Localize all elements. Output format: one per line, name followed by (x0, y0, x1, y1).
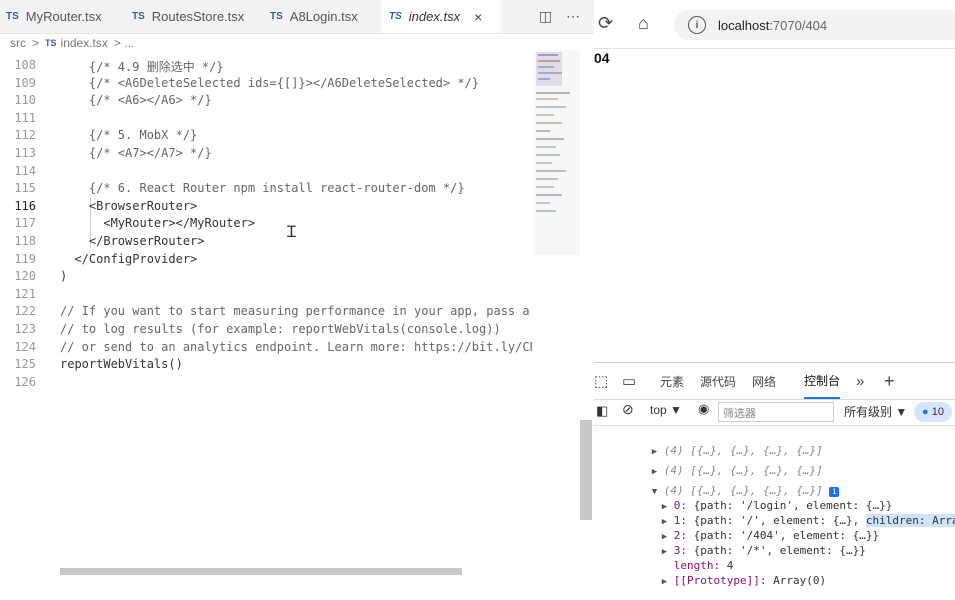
context-select[interactable]: top ▼ (650, 403, 682, 417)
code-line: // or send to an analytics endpoint. Lea… (60, 339, 532, 354)
eye-icon[interactable]: ◉ (698, 401, 709, 417)
vertical-scrollbar[interactable] (580, 420, 592, 520)
add-tab-icon[interactable]: + (884, 363, 895, 399)
devtools-panel: ⬚ ▭ 元素 源代码 网络 控制台 » + ◧ ⊘ top ▼ ◉ 筛选器 所有… (594, 362, 955, 587)
horizontal-scrollbar[interactable] (60, 568, 462, 575)
more-tabs-icon[interactable]: » (856, 363, 864, 399)
line-number: 111 (14, 110, 36, 125)
page-content-text: 04 (594, 50, 610, 66)
typescript-icon: TS (6, 11, 19, 22)
issues-badge[interactable]: ● 10 (914, 402, 952, 422)
message-icon: ● (922, 406, 929, 418)
tab-label: MyRouter.tsx (25, 9, 102, 24)
devtools-tab-bar: ⬚ ▭ 元素 源代码 网络 控制台 » + (594, 363, 955, 400)
code-line: <MyRouter></MyRouter> (60, 216, 256, 231)
split-editor-icon[interactable]: ◫ (539, 8, 552, 25)
line-number: 124 (14, 339, 36, 354)
code-line: {/* <A6DeleteSelected ids={[]}></A6Delet… (60, 75, 480, 90)
minimap-lines (536, 52, 570, 212)
code-line: </BrowserRouter> (60, 234, 205, 248)
dropdown-arrow-icon: ▼ (895, 405, 908, 419)
line-number: 120 (14, 269, 36, 284)
code-line: </ConfigProvider> (60, 251, 198, 266)
line-number: 108 (14, 58, 36, 72)
text-cursor-icon: Ɪ (287, 224, 296, 241)
tab-myrouter[interactable]: TS MyRouter.tsx (6, 0, 126, 33)
code-line: // If you want to start measuring perfor… (60, 304, 532, 319)
editor-actions: ◫ ⋯ (539, 0, 580, 33)
console-toolbar: ◧ ⊘ top ▼ ◉ 筛选器 所有级别 ▼ ● 10 (594, 399, 955, 426)
code-line: {/* 6. React Router npm install react-ro… (60, 181, 465, 196)
line-number: 126 (14, 374, 36, 389)
home-icon[interactable]: ⌂ (638, 13, 649, 34)
address-bar[interactable]: i localhost:7070/404 (674, 10, 955, 40)
line-number: 114 (14, 163, 36, 178)
line-number: 113 (14, 146, 36, 160)
line-number: 117 (14, 216, 36, 231)
line-number: 119 (14, 251, 36, 266)
tab-index[interactable]: TS index.tsx × (381, 0, 501, 33)
browser-navbar: ⟳ ⌂ i localhost:7070/404 (594, 0, 955, 49)
code-line: ) (60, 269, 68, 284)
tab-label: index.tsx (408, 9, 461, 24)
tab-label: RoutesStore.tsx (151, 9, 245, 24)
inspect-icon[interactable]: ⬚ (594, 363, 608, 399)
code-line: // to log results (for example: reportWe… (60, 322, 501, 336)
line-number: 123 (14, 322, 36, 336)
typescript-icon: TS (270, 11, 283, 22)
tab-routesstore[interactable]: TS RoutesStore.tsx (132, 0, 262, 33)
log-levels-select[interactable]: 所有级别 ▼ (844, 403, 907, 420)
chevron-right-icon: > (32, 36, 40, 50)
device-toggle-icon[interactable]: ▭ (622, 363, 636, 399)
typescript-icon: TS (45, 38, 57, 48)
typescript-icon: TS (132, 11, 145, 22)
clear-console-icon[interactable]: ⊘ (622, 401, 634, 418)
code-line: <BrowserRouter> (60, 198, 198, 213)
code-area[interactable]: 108 {/* 4.9 删除选中 */} 109 {/* <A6DeleteSe… (0, 56, 532, 556)
url-host: localhost (718, 17, 770, 33)
tab-a8login[interactable]: TS A8Login.tsx (270, 0, 375, 33)
console-array-prototype[interactable]: ▶ [[Prototype]]: Array(0) (622, 561, 826, 600)
code-line: {/* <A6></A6> */} (60, 93, 212, 108)
typescript-icon: TS (389, 11, 402, 22)
line-number: 116 (14, 198, 36, 213)
tab-label: A8Login.tsx (289, 9, 358, 24)
line-number: 112 (14, 128, 36, 143)
breadcrumb-folder[interactable]: src (10, 36, 26, 50)
line-number: 109 (14, 75, 36, 90)
tab-sources[interactable]: 源代码 (700, 363, 736, 399)
more-actions-icon[interactable]: ⋯ (566, 8, 580, 25)
code-editor[interactable]: TS MyRouter.tsx TS RoutesStore.tsx TS A8… (0, 0, 595, 575)
editor-tab-bar: TS MyRouter.tsx TS RoutesStore.tsx TS A8… (0, 0, 594, 34)
breadcrumb: src > TS index.tsx > ... (0, 33, 594, 53)
url-path: :7070/404 (769, 17, 828, 33)
breadcrumb-more[interactable]: > ... (114, 36, 134, 50)
line-number: 115 (14, 181, 36, 196)
code-line: reportWebVitals() (60, 357, 183, 372)
close-icon[interactable]: × (474, 9, 482, 25)
breadcrumb-file[interactable]: index.tsx (61, 36, 108, 50)
minimap[interactable] (534, 50, 580, 300)
dropdown-arrow-icon: ▼ (670, 403, 682, 417)
sidebar-toggle-icon[interactable]: ◧ (596, 403, 608, 419)
code-line: {/* 5. MobX */} (60, 128, 198, 143)
code-line: {/* <A7></A7> */} (60, 146, 212, 160)
line-number: 118 (14, 234, 36, 248)
reload-icon[interactable]: ⟳ (598, 13, 613, 34)
expand-triangle-icon[interactable]: ▶ (662, 577, 667, 587)
line-number: 110 (14, 93, 36, 108)
tab-console[interactable]: 控制台 (804, 363, 841, 399)
tab-network[interactable]: 网络 (752, 363, 776, 399)
code-line: {/* 4.9 删除选中 */} (60, 60, 224, 74)
site-info-icon[interactable]: i (688, 16, 706, 34)
line-number: 125 (14, 357, 36, 372)
line-number: 122 (14, 304, 36, 319)
line-number: 121 (14, 286, 36, 301)
browser-window: ⟳ ⌂ i localhost:7070/404 04 ⬚ ▭ 元素 源代码 网… (594, 0, 955, 587)
filter-input[interactable]: 筛选器 (718, 402, 834, 422)
tab-elements[interactable]: 元素 (660, 363, 684, 399)
